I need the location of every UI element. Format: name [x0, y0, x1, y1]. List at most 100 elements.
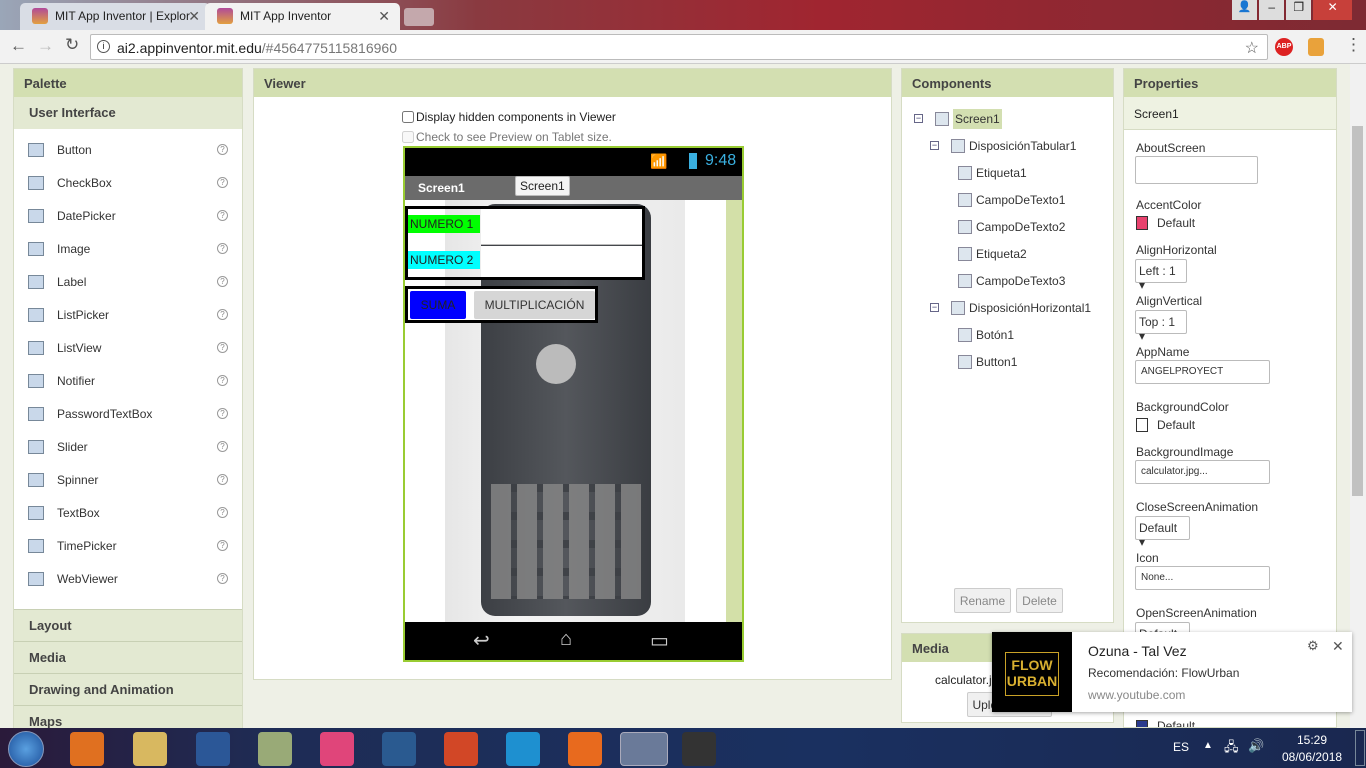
clock-time[interactable]: 15:29 — [1297, 733, 1327, 747]
volume-icon[interactable]: 🔊 — [1248, 738, 1264, 754]
category-drawing-animation[interactable]: Drawing and Animation — [14, 673, 242, 705]
palette-item-slider[interactable]: Slider? — [14, 430, 242, 463]
accent-color-swatch[interactable] — [1136, 216, 1148, 230]
scrollbar-thumb[interactable] — [1352, 126, 1363, 496]
icon-input[interactable]: None... — [1135, 566, 1270, 590]
tree-item[interactable]: Botón1 — [914, 321, 1113, 348]
tree-item[interactable]: − Screen1 — [914, 105, 1113, 132]
close-notification-icon[interactable]: ✕ — [1332, 638, 1344, 655]
align-vertical-dropdown[interactable]: Top : 1 ▾ — [1135, 310, 1187, 343]
palette-item-label[interactable]: Label? — [14, 265, 242, 298]
taskbar-ie-icon[interactable] — [506, 732, 540, 766]
checkbox[interactable] — [402, 131, 414, 143]
taskbar-media-player-icon[interactable] — [70, 732, 104, 766]
taskbar-explorer-icon[interactable] — [133, 732, 167, 766]
close-animation-dropdown[interactable]: Default ▾ — [1135, 516, 1190, 549]
close-tab-icon[interactable]: ✕ — [188, 8, 200, 25]
browser-tab-explore[interactable]: MIT App Inventor | Explor ✕ — [20, 3, 210, 30]
background-color-value[interactable]: Default — [1157, 418, 1195, 432]
help-icon[interactable]: ? — [217, 474, 228, 485]
help-icon[interactable]: ? — [217, 243, 228, 254]
category-media[interactable]: Media — [14, 641, 242, 673]
tree-item[interactable]: Etiqueta2 — [914, 240, 1113, 267]
palette-item-notifier[interactable]: Notifier? — [14, 364, 242, 397]
palette-item-listview[interactable]: ListView? — [14, 331, 242, 364]
tree-item[interactable]: Etiqueta1 — [914, 159, 1113, 186]
palette-item-spinner[interactable]: Spinner? — [14, 463, 242, 496]
start-button[interactable] — [8, 731, 44, 767]
help-icon[interactable]: ? — [217, 177, 228, 188]
checkbox[interactable] — [402, 111, 414, 123]
collapse-toggle-icon[interactable]: − — [930, 303, 939, 312]
collapse-toggle-icon[interactable]: − — [930, 141, 939, 150]
category-user-interface[interactable]: User Interface — [14, 97, 242, 129]
chrome-notification[interactable]: FLOW URBAN Ozuna - Tal Vez Recomendación:… — [992, 632, 1352, 712]
menu-icon[interactable]: ⋮ — [1345, 35, 1362, 55]
palette-item-checkbox[interactable]: CheckBox? — [14, 166, 242, 199]
tree-item[interactable]: CampoDeTexto2 — [914, 213, 1113, 240]
taskbar-f-app-icon[interactable] — [682, 732, 716, 766]
minimize-button[interactable]: – — [1259, 0, 1285, 20]
user-icon[interactable]: 👤 — [1232, 0, 1258, 20]
tree-item[interactable]: Button1 — [914, 348, 1113, 375]
align-horizontal-dropdown[interactable]: Left : 1 ▾ — [1135, 259, 1187, 292]
taskbar-powerpoint-icon[interactable] — [444, 732, 478, 766]
help-icon[interactable]: ? — [217, 573, 228, 584]
palette-item-button[interactable]: Button? — [14, 133, 242, 166]
delete-button[interactable]: Delete — [1016, 588, 1063, 613]
taskbar-paint-icon[interactable] — [258, 732, 292, 766]
taskbar-word-icon[interactable] — [196, 732, 230, 766]
bookmark-star-icon[interactable]: ☆ — [1245, 38, 1259, 58]
recent-apps-icon[interactable]: ▭ — [650, 628, 669, 653]
maximize-button[interactable]: ❐ — [1286, 0, 1312, 20]
palette-item-textbox[interactable]: TextBox? — [14, 496, 242, 529]
home-nav-icon[interactable]: ⌂ — [560, 628, 572, 651]
tree-item[interactable]: − DisposiciónTabular1 — [914, 132, 1113, 159]
tray-arrow-icon[interactable]: ▲ — [1203, 740, 1213, 751]
prop-value[interactable]: Default — [1157, 719, 1195, 727]
palette-item-timepicker[interactable]: TimePicker? — [14, 529, 242, 562]
app-name-input[interactable]: ANGELPROYECT — [1135, 360, 1270, 384]
new-tab-button[interactable] — [404, 8, 434, 26]
palette-item-image[interactable]: Image? — [14, 232, 242, 265]
textbox-2[interactable] — [481, 246, 642, 277]
palette-item-datepicker[interactable]: DatePicker? — [14, 199, 242, 232]
palette-item-webviewer[interactable]: WebViewer? — [14, 562, 242, 595]
help-icon[interactable]: ? — [217, 309, 228, 320]
show-desktop-button[interactable] — [1355, 730, 1365, 766]
accent-color-value[interactable]: Default — [1157, 216, 1195, 230]
suma-button[interactable]: SUMA — [410, 291, 466, 319]
background-image-input[interactable]: calculator.jpg... — [1135, 460, 1270, 484]
palette-item-passwordtextbox[interactable]: PasswordTextBox? — [14, 397, 242, 430]
about-screen-textarea[interactable] — [1135, 156, 1258, 184]
taskbar-arduino-icon[interactable] — [382, 732, 416, 766]
tree-item[interactable]: CampoDeTexto1 — [914, 186, 1113, 213]
help-icon[interactable]: ? — [217, 441, 228, 452]
palette-item-listpicker[interactable]: ListPicker? — [14, 298, 242, 331]
textbox-1[interactable] — [481, 209, 642, 245]
clock-date[interactable]: 08/06/2018 — [1282, 750, 1342, 764]
help-icon[interactable]: ? — [217, 342, 228, 353]
reload-icon[interactable]: ↻ — [65, 35, 79, 55]
category-layout[interactable]: Layout — [14, 609, 242, 641]
language-indicator[interactable]: ES — [1173, 740, 1189, 754]
help-icon[interactable]: ? — [217, 144, 228, 155]
page-scrollbar[interactable] — [1350, 64, 1366, 728]
display-hidden-checkbox[interactable]: Display hidden components in Viewer — [402, 110, 616, 124]
rename-button[interactable]: Rename — [954, 588, 1011, 613]
browser-tab-active[interactable]: MIT App Inventor ✕ — [205, 3, 400, 30]
help-icon[interactable]: ? — [217, 507, 228, 518]
tree-item[interactable]: − DisposiciónHorizontal1 — [914, 294, 1113, 321]
help-icon[interactable]: ? — [217, 276, 228, 287]
back-icon[interactable]: ← — [10, 36, 27, 56]
help-icon[interactable]: ? — [217, 408, 228, 419]
close-tab-icon[interactable]: ✕ — [378, 8, 390, 25]
url-input[interactable]: i ai2.appinventor.mit.edu/#4564775115816… — [90, 34, 1268, 60]
taskbar-chrome-icon[interactable] — [620, 732, 668, 766]
extension-icon[interactable] — [1308, 38, 1324, 56]
taskbar-app-icon[interactable] — [320, 732, 354, 766]
multiplicacion-button[interactable]: MULTIPLICACIÓN — [474, 291, 595, 319]
collapse-toggle-icon[interactable]: − — [914, 114, 923, 123]
forward-icon[interactable]: → — [37, 36, 54, 56]
help-icon[interactable]: ? — [217, 540, 228, 551]
